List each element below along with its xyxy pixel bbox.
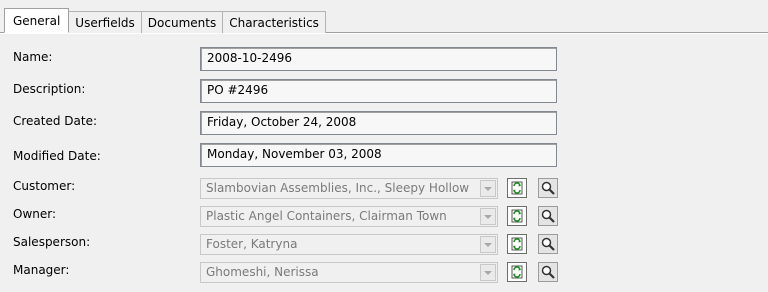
refresh-icon — [511, 181, 523, 195]
tab-documents[interactable]: Documents — [141, 11, 224, 33]
chevron-down-icon — [484, 186, 492, 191]
modified-date-field[interactable]: Monday, November 03, 2008 — [200, 143, 557, 167]
owner-combo[interactable]: Plastic Angel Containers, Clairman Town — [200, 206, 498, 227]
tab-divider-highlight — [0, 33, 768, 34]
customer-value: Slambovian Assemblies, Inc., Sleepy Holl… — [206, 181, 470, 195]
customer-refresh-button[interactable] — [507, 178, 527, 198]
manager-search-button[interactable] — [538, 262, 558, 282]
manager-value: Ghomeshi, Nerissa — [206, 265, 319, 279]
owner-search-button[interactable] — [538, 206, 558, 226]
tab-strip: General Userfields Documents Characteris… — [4, 8, 326, 33]
name-label: Name: — [13, 50, 53, 64]
manager-refresh-button[interactable] — [507, 262, 527, 282]
manager-dropdown-button[interactable] — [480, 264, 496, 281]
salesperson-value: Foster, Katryna — [206, 237, 298, 251]
owner-dropdown-button[interactable] — [480, 208, 496, 225]
salesperson-row: Salesperson: Foster, Katryna — [0, 234, 768, 258]
modified-date-label: Modified Date: — [13, 149, 101, 163]
salesperson-label: Salesperson: — [13, 235, 91, 249]
modified-date-row: Modified Date: Monday, November 03, 2008 — [0, 143, 768, 167]
customer-label: Customer: — [13, 179, 76, 193]
manager-row: Manager: Ghomeshi, Nerissa — [0, 262, 768, 286]
name-row: Name: 2008-10-2496 — [0, 47, 768, 71]
created-date-label: Created Date: — [13, 114, 98, 128]
created-date-row: Created Date: Friday, October 24, 2008 — [0, 111, 768, 135]
tab-general[interactable]: General — [4, 8, 70, 33]
salesperson-refresh-button[interactable] — [507, 234, 527, 254]
description-label: Description: — [13, 82, 86, 96]
owner-row: Owner: Plastic Angel Containers, Clairma… — [0, 206, 768, 230]
tab-characteristics[interactable]: Characteristics — [223, 11, 326, 33]
created-date-field[interactable]: Friday, October 24, 2008 — [200, 111, 557, 135]
salesperson-dropdown-button[interactable] — [480, 236, 496, 253]
magnifier-icon — [541, 209, 555, 223]
refresh-icon — [511, 237, 523, 251]
owner-refresh-button[interactable] — [507, 206, 527, 226]
manager-label: Manager: — [13, 263, 70, 277]
refresh-icon — [511, 265, 523, 279]
salesperson-search-button[interactable] — [538, 234, 558, 254]
magnifier-icon — [541, 237, 555, 251]
customer-combo[interactable]: Slambovian Assemblies, Inc., Sleepy Holl… — [200, 178, 498, 199]
customer-row: Customer: Slambovian Assemblies, Inc., S… — [0, 178, 768, 202]
tab-userfields[interactable]: Userfields — [69, 11, 142, 33]
owner-value: Plastic Angel Containers, Clairman Town — [206, 209, 447, 223]
chevron-down-icon — [484, 270, 492, 275]
refresh-icon — [511, 209, 523, 223]
manager-combo[interactable]: Ghomeshi, Nerissa — [200, 262, 498, 283]
chevron-down-icon — [484, 214, 492, 219]
description-row: Description: PO #2496 — [0, 79, 768, 103]
customer-search-button[interactable] — [538, 178, 558, 198]
magnifier-icon — [541, 265, 555, 279]
description-field[interactable]: PO #2496 — [200, 79, 557, 103]
owner-label: Owner: — [13, 207, 57, 221]
magnifier-icon — [541, 181, 555, 195]
salesperson-combo[interactable]: Foster, Katryna — [200, 234, 498, 255]
chevron-down-icon — [484, 242, 492, 247]
customer-dropdown-button[interactable] — [480, 180, 496, 197]
name-field[interactable]: 2008-10-2496 — [200, 47, 557, 71]
